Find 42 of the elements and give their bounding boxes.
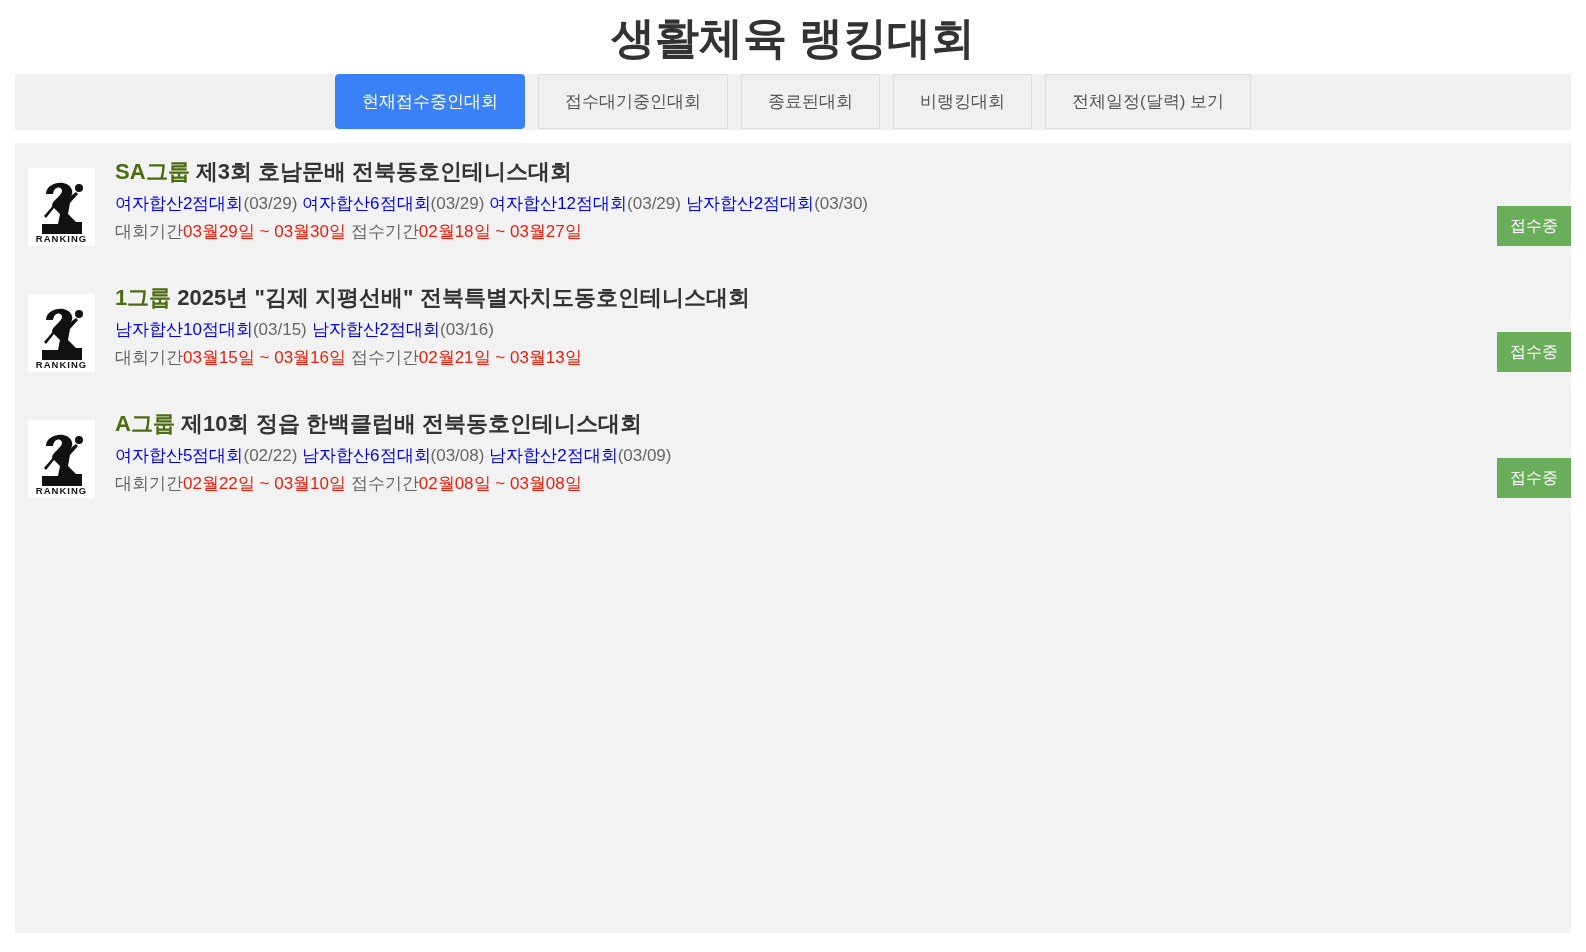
logo-text: RANKING xyxy=(35,359,88,370)
signup-label: 접수기간 xyxy=(350,348,419,367)
event-date: (03/09) xyxy=(617,446,672,466)
event-date: (03/08) xyxy=(430,446,485,466)
event-link[interactable]: 여자합산6점대회 xyxy=(302,194,431,214)
event-link[interactable]: 남자합산2점대회 xyxy=(685,194,815,214)
event-link[interactable]: 남자합산6점대회 xyxy=(302,446,431,466)
tab[interactable]: 전체일정(달력) 보기 xyxy=(1044,74,1251,130)
signup-label: 접수기간 xyxy=(350,474,419,493)
period-dates: 02월22일 ~ 03월10일 xyxy=(183,474,346,493)
period-label: 대회기간 xyxy=(115,474,183,493)
event-date: (03/29) xyxy=(243,194,298,214)
tournament-title[interactable]: A그룹 제10회 정읍 한백클럽배 전북동호인테니스대회 xyxy=(115,409,1497,441)
period-dates: 03월15일 ~ 03월16일 xyxy=(183,348,346,367)
period-dates: 03월29일 ~ 03월30일 xyxy=(183,222,346,241)
event-date: (03/16) xyxy=(440,320,494,340)
event-link[interactable]: 남자합산10점대회 xyxy=(115,320,253,340)
logo-text: RANKING xyxy=(35,233,88,244)
event-date: (03/15) xyxy=(252,320,307,340)
tab[interactable]: 현재접수중인대회 xyxy=(334,74,525,130)
period-label: 대회기간 xyxy=(115,348,183,367)
event-date: (02/22) xyxy=(243,446,298,466)
event-date: (03/29) xyxy=(627,194,681,214)
tab[interactable]: 접수대기중인대회 xyxy=(537,74,728,130)
tournament-title[interactable]: SA그룹 제3회 호남문배 전북동호인테니스대회 xyxy=(115,157,1497,189)
signup-dates: 02월21일 ~ 03월13일 xyxy=(418,348,582,367)
page-title: 생활체육 랭킹대회 xyxy=(609,14,977,63)
event-date: (03/30) xyxy=(814,194,869,214)
tab[interactable]: 비랭킹대회 xyxy=(892,74,1032,130)
event-date: (03/29) xyxy=(430,194,485,214)
signup-dates: 02월18일 ~ 03월27일 xyxy=(418,222,582,241)
signup-dates: 02월08일 ~ 03월08일 xyxy=(418,474,582,493)
event-link[interactable]: 여자합산2점대회 xyxy=(115,194,244,214)
tournament-title[interactable]: 1그룹 2025년 "김제 지평선배" 전북특별자치도동호인테니스대회 xyxy=(115,283,1497,315)
period-label: 대회기간 xyxy=(115,222,183,241)
tab[interactable]: 종료된대회 xyxy=(740,74,880,130)
event-link[interactable]: 남자합산2점대회 xyxy=(489,446,618,466)
event-link[interactable]: 여자합산12점대회 xyxy=(489,194,628,214)
signup-label: 접수기간 xyxy=(350,222,419,241)
event-link[interactable]: 남자합산2점대회 xyxy=(311,320,440,340)
logo-text: RANKING xyxy=(35,485,88,496)
event-link[interactable]: 여자합산5점대회 xyxy=(115,446,244,466)
